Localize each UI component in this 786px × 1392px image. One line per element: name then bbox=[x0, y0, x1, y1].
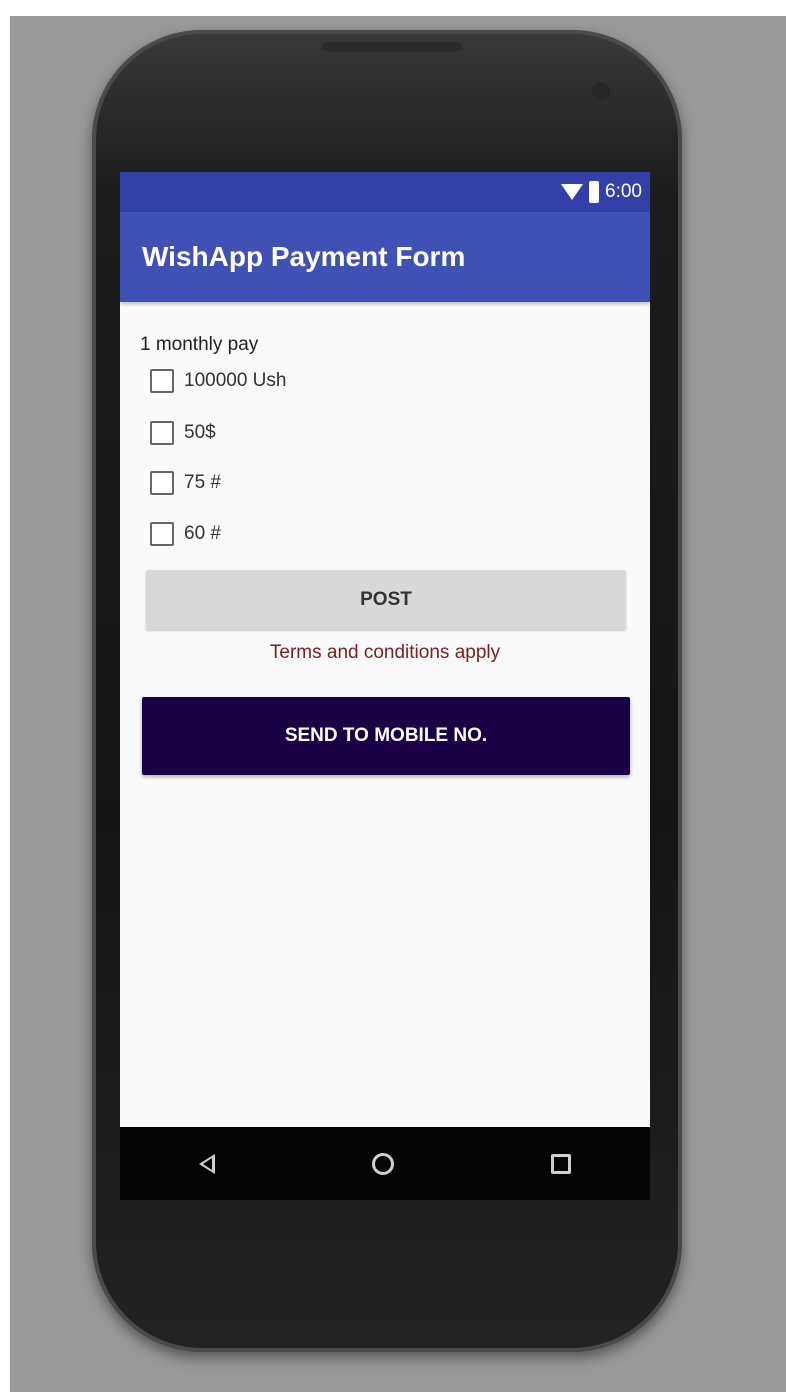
terms-text: Terms and conditions apply bbox=[269, 642, 501, 663]
checkbox[interactable] bbox=[150, 522, 174, 546]
status-bar: 6:00 bbox=[120, 172, 650, 212]
checkbox[interactable] bbox=[150, 369, 174, 393]
post-button[interactable]: POST bbox=[146, 570, 626, 630]
send-to-mobile-button[interactable]: SEND TO MOBILE NO. bbox=[142, 697, 630, 775]
phone-screen: 6:00 WishApp Payment Form 1 monthly pay … bbox=[120, 172, 650, 1200]
option-50-dollar[interactable]: 50$ bbox=[150, 417, 216, 449]
speaker-grille bbox=[322, 42, 462, 52]
option-label: 50$ bbox=[184, 422, 216, 443]
recent-apps-icon[interactable] bbox=[551, 1153, 572, 1174]
app-bar: WishApp Payment Form bbox=[120, 212, 650, 302]
option-75[interactable]: 75 # bbox=[150, 467, 221, 499]
option-label: 100000 Ush bbox=[184, 370, 287, 391]
home-icon[interactable] bbox=[371, 1152, 394, 1175]
option-label: 75 # bbox=[184, 472, 221, 493]
status-time: 6:00 bbox=[605, 181, 642, 202]
option-100000-ush[interactable]: 100000 Ush bbox=[150, 365, 286, 397]
battery-icon bbox=[589, 181, 600, 203]
wifi-icon bbox=[561, 184, 584, 200]
checkbox[interactable] bbox=[150, 471, 174, 495]
option-60[interactable]: 60 # bbox=[150, 518, 221, 550]
checkbox[interactable] bbox=[150, 421, 174, 445]
front-camera bbox=[592, 82, 610, 100]
option-label: 60 # bbox=[184, 523, 221, 544]
navigation-bar bbox=[120, 1127, 650, 1200]
app-title: WishApp Payment Form bbox=[142, 241, 466, 272]
back-icon[interactable] bbox=[198, 1153, 215, 1174]
section-label: 1 monthly pay bbox=[140, 334, 259, 355]
